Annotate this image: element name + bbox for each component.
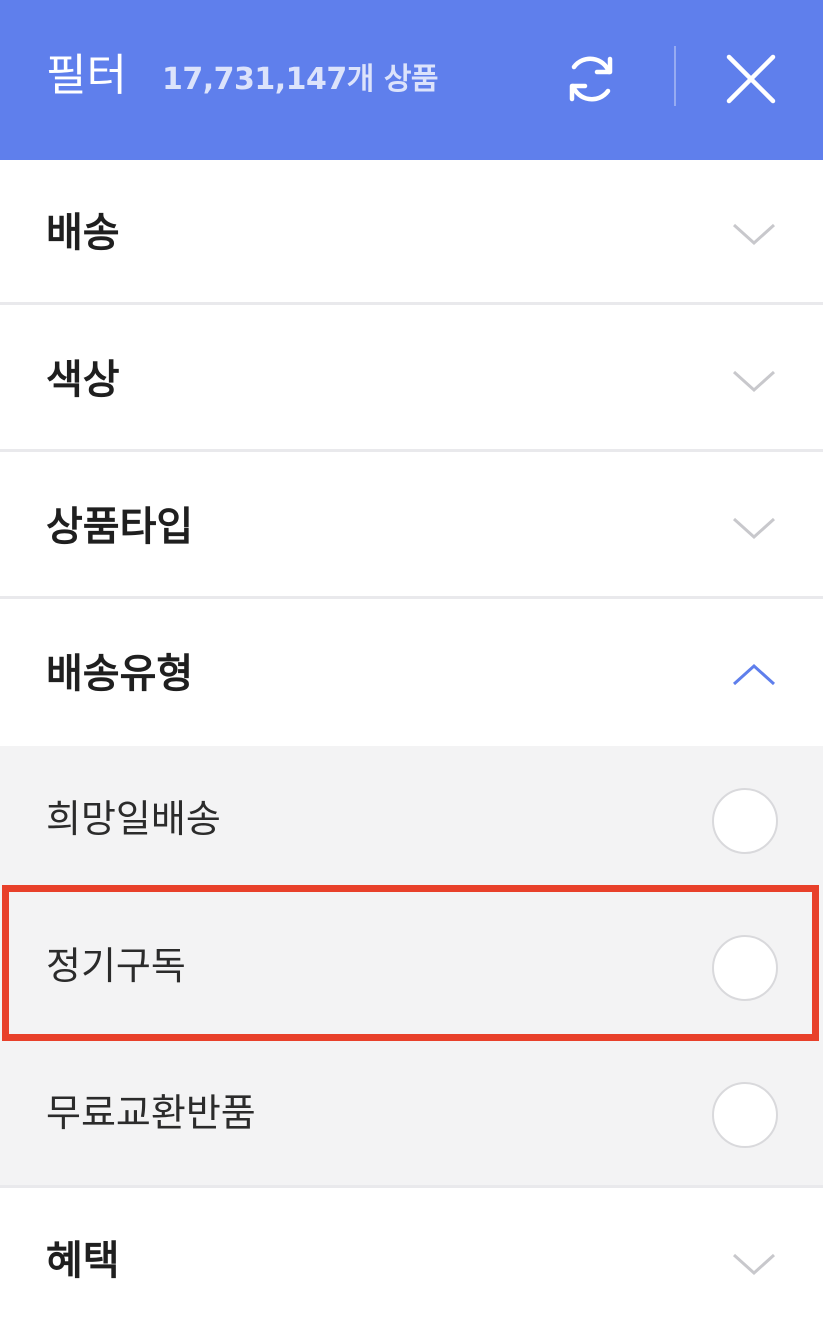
chevron-down-icon [732, 1253, 776, 1276]
filter-panel: 필터 17,731,147개 상품 배송 색상 상품타입 배송유형 희망일배송 … [0, 0, 823, 1321]
chevron-down-icon [732, 223, 776, 246]
header-title: 필터 [46, 50, 127, 101]
radio-button[interactable] [712, 1082, 778, 1148]
header-divider [674, 46, 676, 106]
section-title: 상품타입 [46, 504, 194, 550]
product-count: 17,731,147개 상품 [162, 62, 439, 97]
option-label: 정기구독 [46, 944, 186, 988]
close-icon [726, 54, 776, 104]
section-title: 배송유형 [46, 651, 194, 697]
section-title: 혜택 [46, 1238, 120, 1284]
radio-button[interactable] [712, 788, 778, 854]
option-label: 무료교환반품 [46, 1091, 256, 1135]
section-delivery[interactable]: 배송 [0, 161, 823, 305]
delivery-type-options: 희망일배송 정기구독 무료교환반품 [0, 746, 823, 1188]
option-desired-date-delivery[interactable]: 희망일배송 [0, 746, 823, 893]
radio-button[interactable] [712, 935, 778, 1001]
section-color[interactable]: 색상 [0, 308, 823, 452]
option-subscription[interactable]: 정기구독 [0, 893, 823, 1040]
option-label: 희망일배송 [46, 797, 221, 841]
filter-header: 필터 17,731,147개 상품 [0, 0, 823, 160]
refresh-button[interactable] [556, 44, 626, 114]
chevron-down-icon [732, 517, 776, 540]
option-free-return[interactable]: 무료교환반품 [0, 1040, 823, 1187]
section-benefits[interactable]: 혜택 [0, 1191, 823, 1321]
section-title: 색상 [46, 357, 120, 403]
close-button[interactable] [716, 44, 786, 114]
chevron-down-icon [732, 370, 776, 393]
section-delivery-type[interactable]: 배송유형 [0, 602, 823, 746]
section-product-type[interactable]: 상품타입 [0, 455, 823, 599]
chevron-up-icon [732, 663, 776, 686]
section-title: 배송 [46, 210, 120, 256]
refresh-icon [569, 56, 613, 102]
